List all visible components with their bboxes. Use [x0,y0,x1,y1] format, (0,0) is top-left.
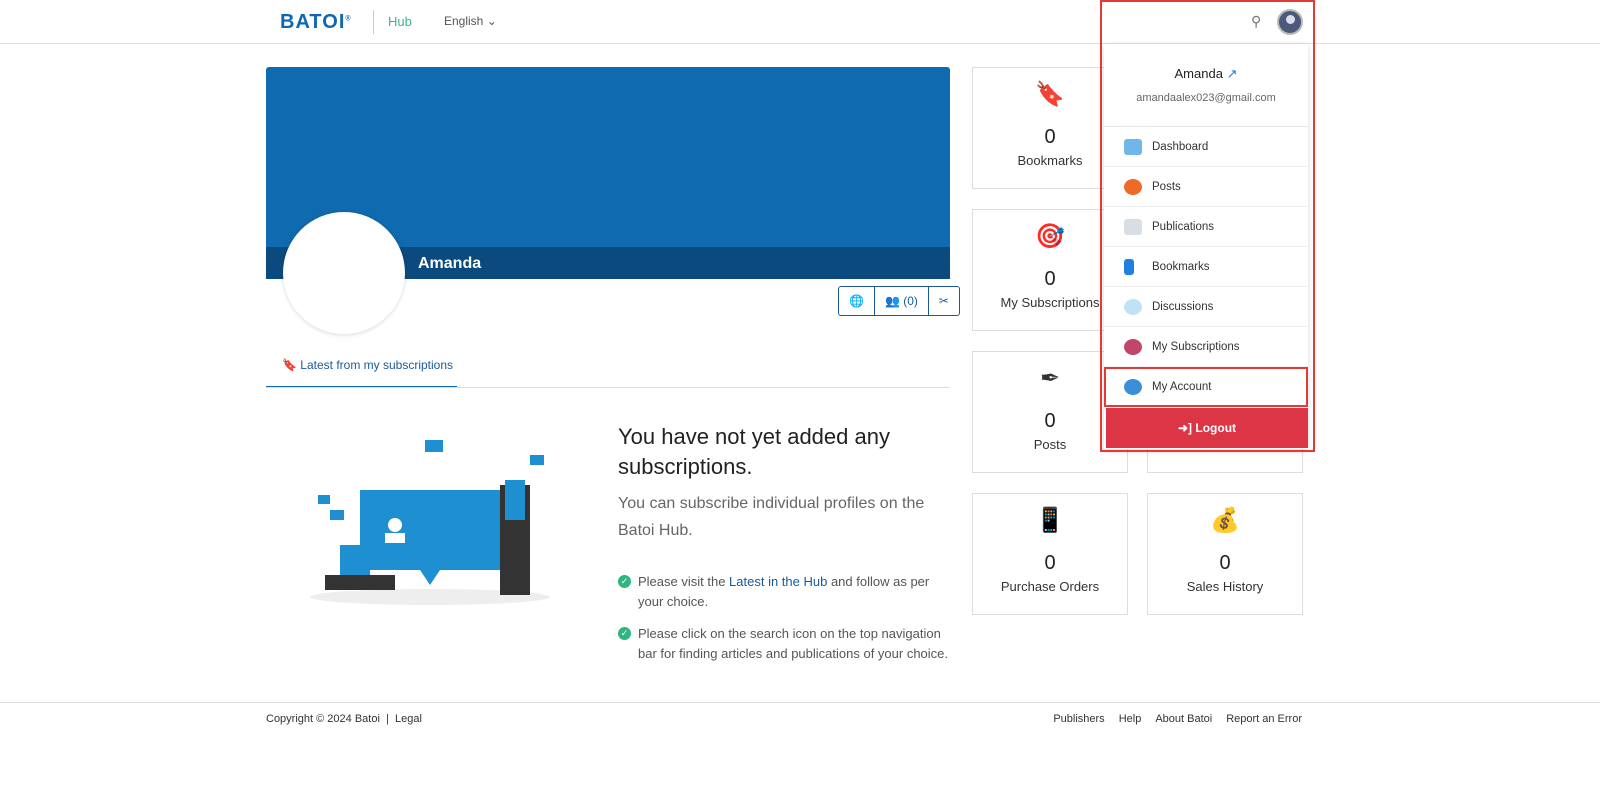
card-purchase-orders[interactable]: 📱 0 Purchase Orders [972,493,1128,615]
hint-latest: Please visit the Latest in the Hub and f… [618,572,948,612]
globe-icon[interactable]: 🌐 [839,287,875,315]
tools-icon[interactable]: ✂ [929,287,959,315]
empty-title: You have not yet added any subscriptions… [618,424,890,479]
footer-left: Copyright © 2024 Batoi | Legal [266,713,422,725]
bookmark-icon: 🔖 [282,358,297,372]
footer [0,702,1600,794]
hub-link[interactable]: Hub [388,14,412,29]
profile-actions: 🌐 👥 (0) ✂ [838,286,960,316]
footer-link-about[interactable]: About Batoi [1155,713,1212,725]
hint-search: Please click on the search icon on the t… [618,624,948,664]
subscriptions-illustration [310,440,550,605]
footer-link-publishers[interactable]: Publishers [1053,713,1104,725]
phone-cart-icon: 📱 [1035,507,1065,534]
card-sales-history[interactable]: 💰 0 Sales History [1147,493,1303,615]
profile-picture [283,212,405,334]
language-select[interactable]: English ⌄ [444,14,497,28]
divider [266,387,950,388]
latest-in-hub-link[interactable]: Latest in the Hub [729,574,827,589]
highlight-box [1100,0,1315,452]
users-icon: 👥 [884,294,900,308]
profile-name: Amanda [418,255,482,272]
footer-link-help[interactable]: Help [1119,713,1142,725]
batoi-logo[interactable]: BATOI® [280,11,352,34]
divider [373,10,374,34]
top-nav: BATOI® Hub English ⌄ ⚲ [0,0,1600,44]
connections-button[interactable]: 👥 (0) [875,287,929,315]
footer-links: Publishers Help About Batoi Report an Er… [1053,713,1302,725]
footer-link-report-error[interactable]: Report an Error [1226,713,1302,725]
money-icon: 💰 [1210,507,1240,534]
tab-latest-subscriptions[interactable]: 🔖 Latest from my subscriptions [266,348,457,388]
legal-link[interactable]: Legal [395,713,422,725]
empty-subtitle: You can subscribe individual profiles on… [618,495,925,539]
